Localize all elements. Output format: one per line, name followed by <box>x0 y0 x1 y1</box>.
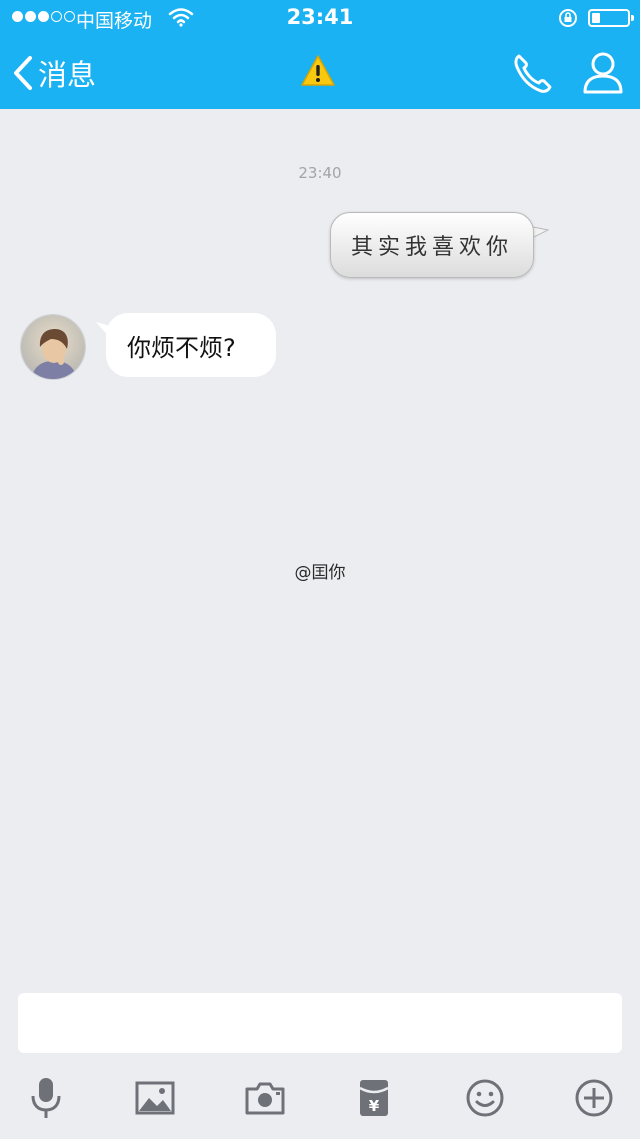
avatar[interactable] <box>20 314 86 380</box>
warning-icon[interactable] <box>300 54 336 88</box>
rotation-lock-icon <box>559 9 577 27</box>
composer-toolbar: ¥ <box>0 1068 640 1128</box>
more-button[interactable] <box>570 1074 618 1122</box>
voice-button[interactable] <box>22 1074 70 1122</box>
message-input[interactable] <box>18 993 622 1053</box>
status-time: 23:41 <box>286 5 354 29</box>
chevron-left-icon <box>14 56 32 90</box>
battery-icon <box>588 9 634 27</box>
message-timestamp: 23:40 <box>298 164 342 182</box>
watermark: @囯你 <box>294 563 346 583</box>
avatar-image <box>21 315 85 379</box>
camera-icon <box>245 1082 285 1115</box>
emoji-icon <box>466 1079 504 1117</box>
photo-button[interactable] <box>131 1074 179 1122</box>
red-packet-button[interactable]: ¥ <box>350 1074 398 1122</box>
red-packet-icon: ¥ <box>359 1080 389 1116</box>
emoji-button[interactable] <box>461 1074 509 1122</box>
outgoing-message-bubble[interactable]: 其实我喜欢你 <box>330 212 534 278</box>
back-button[interactable]: 消息 <box>12 52 96 94</box>
message-text: 你烦不烦? <box>127 333 236 362</box>
microphone-icon <box>31 1078 61 1118</box>
plus-circle-icon <box>575 1079 613 1117</box>
message-text: 其实我喜欢你 <box>350 235 513 260</box>
phone-call-icon[interactable] <box>510 50 556 96</box>
svg-text:¥: ¥ <box>369 1097 380 1115</box>
camera-button[interactable] <box>241 1074 289 1122</box>
profile-icon[interactable] <box>582 50 624 96</box>
header-bar: 中国移动 23:41 消息 <box>0 0 640 109</box>
incoming-message-bubble[interactable]: 你烦不烦? <box>106 313 276 377</box>
back-label: 消息 <box>38 58 97 92</box>
status-bar: 中国移动 23:41 <box>0 0 640 36</box>
image-icon <box>135 1081 175 1115</box>
